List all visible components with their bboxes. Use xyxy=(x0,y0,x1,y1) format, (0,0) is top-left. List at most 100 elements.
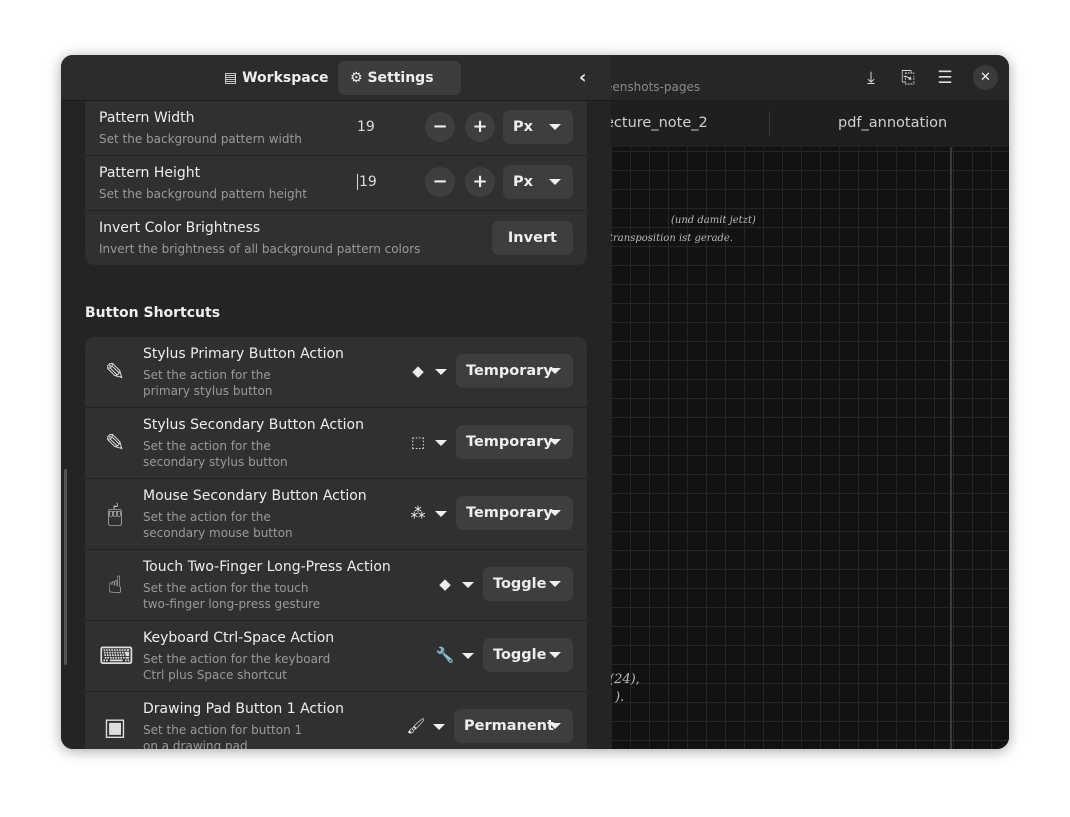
handwriting-text: ). xyxy=(615,690,625,705)
increment-button[interactable]: + xyxy=(465,167,495,197)
row-title: Keyboard Ctrl-Space Action xyxy=(143,630,335,646)
tab-label: Workspace xyxy=(242,70,329,86)
menu-icon[interactable]: ☰ xyxy=(933,66,957,90)
tab-lecture-note[interactable]: ecture_note_2 xyxy=(605,115,708,131)
invert-button[interactable]: Invert xyxy=(491,221,573,255)
chevron-down-icon xyxy=(549,368,561,374)
row-title: Pattern Width xyxy=(99,110,195,126)
row-title: Touch Two-Finger Long-Press Action xyxy=(143,559,391,575)
chevron-down-icon xyxy=(549,581,561,587)
settings-sidebar: ▤ Workspace ⚙ Settings ‹ Pattern Width S… xyxy=(61,55,611,749)
tab-label: Settings xyxy=(367,70,434,86)
row-subtitle: Invert the brightness of all background … xyxy=(99,242,421,256)
document-header: eenshots-pages ⤓ ⎘ ☰ ✕ xyxy=(605,55,1009,101)
chevron-down-icon xyxy=(462,653,474,659)
chevron-down-icon xyxy=(433,724,445,730)
keyboard-icon: ⌨ xyxy=(99,642,134,670)
background-settings-card: Pattern Width Set the background pattern… xyxy=(85,101,587,265)
row-subtitle: Set the action for the xyxy=(143,510,271,524)
document-tabs: ecture_note_2 pdf_annotation xyxy=(605,101,1009,147)
handwriting-text: transposition ist gerade. xyxy=(609,233,734,244)
chevron-down-icon xyxy=(435,440,447,446)
shortcut-row: ✎ Stylus Secondary Button Action Set the… xyxy=(85,408,587,479)
drawing-pad-icon: ▣ xyxy=(103,713,127,741)
unit-dropdown[interactable]: Px xyxy=(503,110,573,144)
tab-workspace[interactable]: ▤ Workspace xyxy=(212,61,340,95)
row-subtitle: Set the action for the touch xyxy=(143,581,309,595)
unit-dropdown[interactable]: Px xyxy=(503,165,573,199)
stylus-icon: ✎ xyxy=(104,358,126,386)
row-subtitle: Set the action for button 1 xyxy=(143,723,303,737)
shapes-icon: ⁂ xyxy=(410,504,426,522)
row-subtitle: Set the action for the xyxy=(143,368,271,382)
stylus-icon: ✎ xyxy=(104,429,126,457)
mode-dropdown[interactable]: Toggle xyxy=(483,567,573,601)
chevron-left-icon[interactable]: ‹ xyxy=(579,67,586,88)
tab-pdf-annotation[interactable]: pdf_annotation xyxy=(838,115,947,131)
handwriting-text: (24), xyxy=(609,672,640,687)
pattern-width-input[interactable]: 19 xyxy=(357,119,375,135)
row-subtitle: Ctrl plus Space shortcut xyxy=(143,668,287,682)
shortcut-row: ☝ Touch Two-Finger Long-Press Action Set… xyxy=(85,550,587,621)
row-subtitle: Set the background pattern height xyxy=(99,187,307,201)
row-subtitle: Set the background pattern width xyxy=(99,132,302,146)
selector-icon: ⬚ xyxy=(410,433,426,451)
close-icon[interactable]: ✕ xyxy=(973,65,998,90)
page-border xyxy=(950,147,952,749)
pattern-height-input[interactable]: 19 xyxy=(357,174,377,190)
chevron-down-icon xyxy=(549,652,561,658)
row-title: Mouse Secondary Button Action xyxy=(143,488,367,504)
gear-icon: ⚙ xyxy=(350,70,368,86)
tab-settings[interactable]: ⚙ Settings xyxy=(338,61,461,95)
shortcut-row: ✎ Stylus Primary Button Action Set the a… xyxy=(85,337,587,408)
sidebar-header: ▤ Workspace ⚙ Settings ‹ xyxy=(61,55,611,101)
chevron-down-icon xyxy=(549,510,561,516)
touch-icon: ☝ xyxy=(107,571,123,599)
pattern-height-row: Pattern Height Set the background patter… xyxy=(85,156,587,211)
chevron-down-icon xyxy=(549,439,561,445)
decrement-button[interactable]: − xyxy=(425,167,455,197)
brush-icon: 🖌 xyxy=(406,717,426,735)
shortcut-row: 🖱 Mouse Secondary Button Action Set the … xyxy=(85,479,587,550)
mode-dropdown[interactable]: Permanent xyxy=(454,709,573,743)
mode-dropdown[interactable]: Temporary xyxy=(456,496,573,530)
row-title: Stylus Primary Button Action xyxy=(143,346,344,362)
row-subtitle: Set the action for the xyxy=(143,439,271,453)
decrement-button[interactable]: − xyxy=(425,112,455,142)
chevron-down-icon xyxy=(549,723,561,729)
app-window: eenshots-pages ⤓ ⎘ ☰ ✕ ecture_note_2 pdf… xyxy=(61,55,1009,749)
row-subtitle: two-finger long-press gesture xyxy=(143,597,321,611)
row-subtitle: on a drawing pad xyxy=(143,739,248,749)
document-title: eenshots-pages xyxy=(605,80,701,94)
row-subtitle: primary stylus button xyxy=(143,384,273,398)
workspace-icon: ▤ xyxy=(224,70,243,86)
row-subtitle: secondary stylus button xyxy=(143,455,288,469)
shortcut-row: ⌨ Keyboard Ctrl-Space Action Set the act… xyxy=(85,621,587,692)
increment-button[interactable]: + xyxy=(465,112,495,142)
scrollbar[interactable] xyxy=(64,469,67,665)
chevron-down-icon xyxy=(462,582,474,588)
eraser-icon: ◆ xyxy=(439,575,451,593)
shortcut-row: ▣ Drawing Pad Button 1 Action Set the ac… xyxy=(85,692,587,749)
eraser-icon: ◆ xyxy=(412,362,424,380)
row-title: Stylus Secondary Button Action xyxy=(143,417,364,433)
section-title: Button Shortcuts xyxy=(85,305,221,321)
row-subtitle: secondary mouse button xyxy=(143,526,293,540)
row-title: Pattern Height xyxy=(99,165,201,181)
tab-divider xyxy=(769,111,770,136)
document-view: eenshots-pages ⤓ ⎘ ☰ ✕ ecture_note_2 pdf… xyxy=(605,55,1009,749)
handwriting-text: (und damit jetzt) xyxy=(671,215,756,226)
row-title: Invert Color Brightness xyxy=(99,220,261,236)
mode-dropdown[interactable]: Temporary xyxy=(456,354,573,388)
wrench-icon: 🔧 xyxy=(435,646,455,664)
chevron-down-icon xyxy=(435,369,447,375)
pattern-width-row: Pattern Width Set the background pattern… xyxy=(85,101,587,156)
mouse-icon: 🖱 xyxy=(107,500,123,528)
invert-row: Invert Color Brightness Invert the brigh… xyxy=(85,211,587,265)
mode-dropdown[interactable]: Temporary xyxy=(456,425,573,459)
download-icon[interactable]: ⤓ xyxy=(859,66,883,90)
document-search-icon[interactable]: ⎘ xyxy=(896,66,920,90)
row-subtitle: Set the action for the keyboard xyxy=(143,652,331,666)
mode-dropdown[interactable]: Toggle xyxy=(483,638,573,672)
shortcuts-card: ✎ Stylus Primary Button Action Set the a… xyxy=(85,337,587,749)
